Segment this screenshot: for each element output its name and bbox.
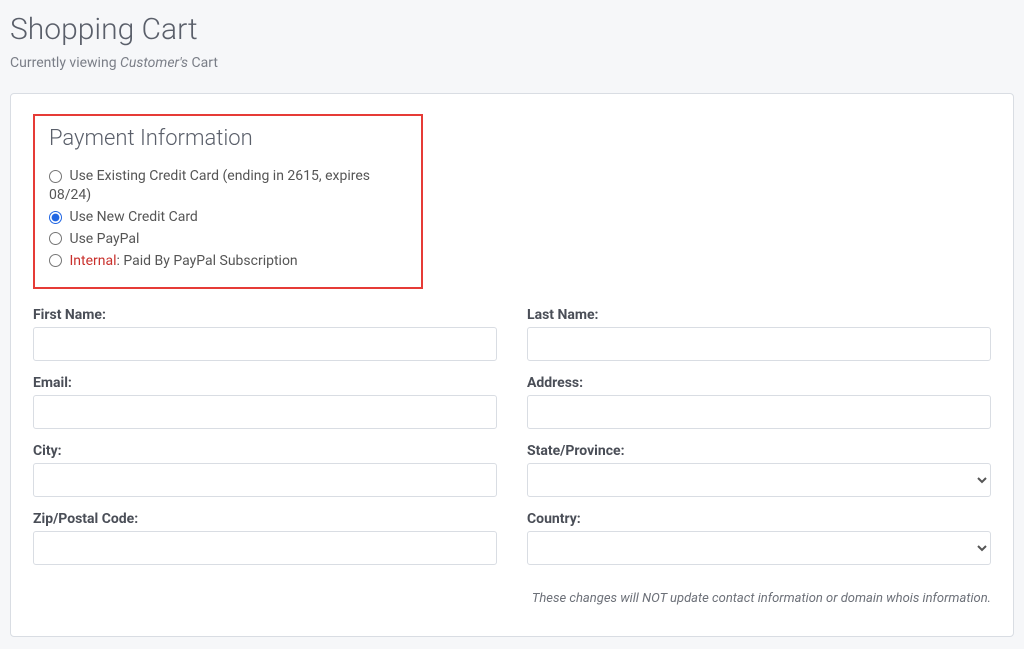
payment-info-highlight: Payment Information Use Existing Credit …	[33, 114, 423, 289]
label-country: Country:	[527, 511, 991, 527]
label-state: State/Province:	[527, 443, 991, 459]
radio-new-card[interactable]	[49, 211, 62, 224]
select-country[interactable]	[527, 531, 991, 565]
field-city: City:	[33, 443, 497, 497]
subtitle-prefix: Currently viewing	[10, 55, 120, 71]
page-title: Shopping Cart	[10, 12, 1014, 47]
radio-text-internal-rest: : Paid By PayPal Subscription	[117, 253, 298, 269]
select-state[interactable]	[527, 463, 991, 497]
field-state: State/Province:	[527, 443, 991, 497]
label-email: Email:	[33, 375, 497, 391]
label-last-name: Last Name:	[527, 307, 991, 323]
page-subtitle: Currently viewing Customer's Cart	[10, 55, 1014, 71]
radio-row-new-card[interactable]: Use New Credit Card	[49, 208, 407, 227]
subtitle-customer: Customer's	[120, 55, 188, 71]
field-last-name: Last Name:	[527, 307, 991, 361]
input-email[interactable]	[33, 395, 497, 429]
input-address[interactable]	[527, 395, 991, 429]
subtitle-suffix: Cart	[188, 55, 218, 71]
radio-row-internal-paypal[interactable]: Internal: Paid By PayPal Subscription	[49, 252, 407, 271]
radio-label-internal-paypal[interactable]: Internal: Paid By PayPal Subscription	[49, 253, 298, 269]
payment-section-title: Payment Information	[49, 126, 407, 151]
field-email: Email:	[33, 375, 497, 429]
radio-text-paypal: Use PayPal	[69, 231, 139, 247]
field-zip: Zip/Postal Code:	[33, 511, 497, 565]
field-first-name: First Name:	[33, 307, 497, 361]
input-first-name[interactable]	[33, 327, 497, 361]
label-first-name: First Name:	[33, 307, 497, 323]
billing-form: First Name: Last Name: Email: Address: C…	[33, 307, 991, 565]
field-address: Address:	[527, 375, 991, 429]
radio-label-paypal[interactable]: Use PayPal	[49, 231, 139, 247]
radio-paypal[interactable]	[49, 232, 62, 245]
radio-text-internal-prefix: Internal	[69, 253, 116, 269]
radio-existing-card[interactable]	[49, 170, 62, 183]
label-zip: Zip/Postal Code:	[33, 511, 497, 527]
form-note: These changes will NOT update contact in…	[33, 591, 991, 606]
panel-payment: Payment Information Use Existing Credit …	[10, 93, 1014, 637]
label-city: City:	[33, 443, 497, 459]
input-last-name[interactable]	[527, 327, 991, 361]
label-address: Address:	[527, 375, 991, 391]
radio-row-paypal[interactable]: Use PayPal	[49, 230, 407, 249]
radio-internal-paypal[interactable]	[49, 254, 62, 267]
input-city[interactable]	[33, 463, 497, 497]
radio-label-new-card[interactable]: Use New Credit Card	[49, 209, 198, 225]
radio-row-existing-card[interactable]: Use Existing Credit Card (ending in 2615…	[49, 167, 407, 205]
field-country: Country:	[527, 511, 991, 565]
radio-label-existing-card[interactable]: Use Existing Credit Card (ending in 2615…	[49, 168, 370, 203]
input-zip[interactable]	[33, 531, 497, 565]
radio-text-existing-card: Use Existing Credit Card (ending in 2615…	[49, 168, 370, 203]
radio-text-new-card: Use New Credit Card	[69, 209, 197, 225]
